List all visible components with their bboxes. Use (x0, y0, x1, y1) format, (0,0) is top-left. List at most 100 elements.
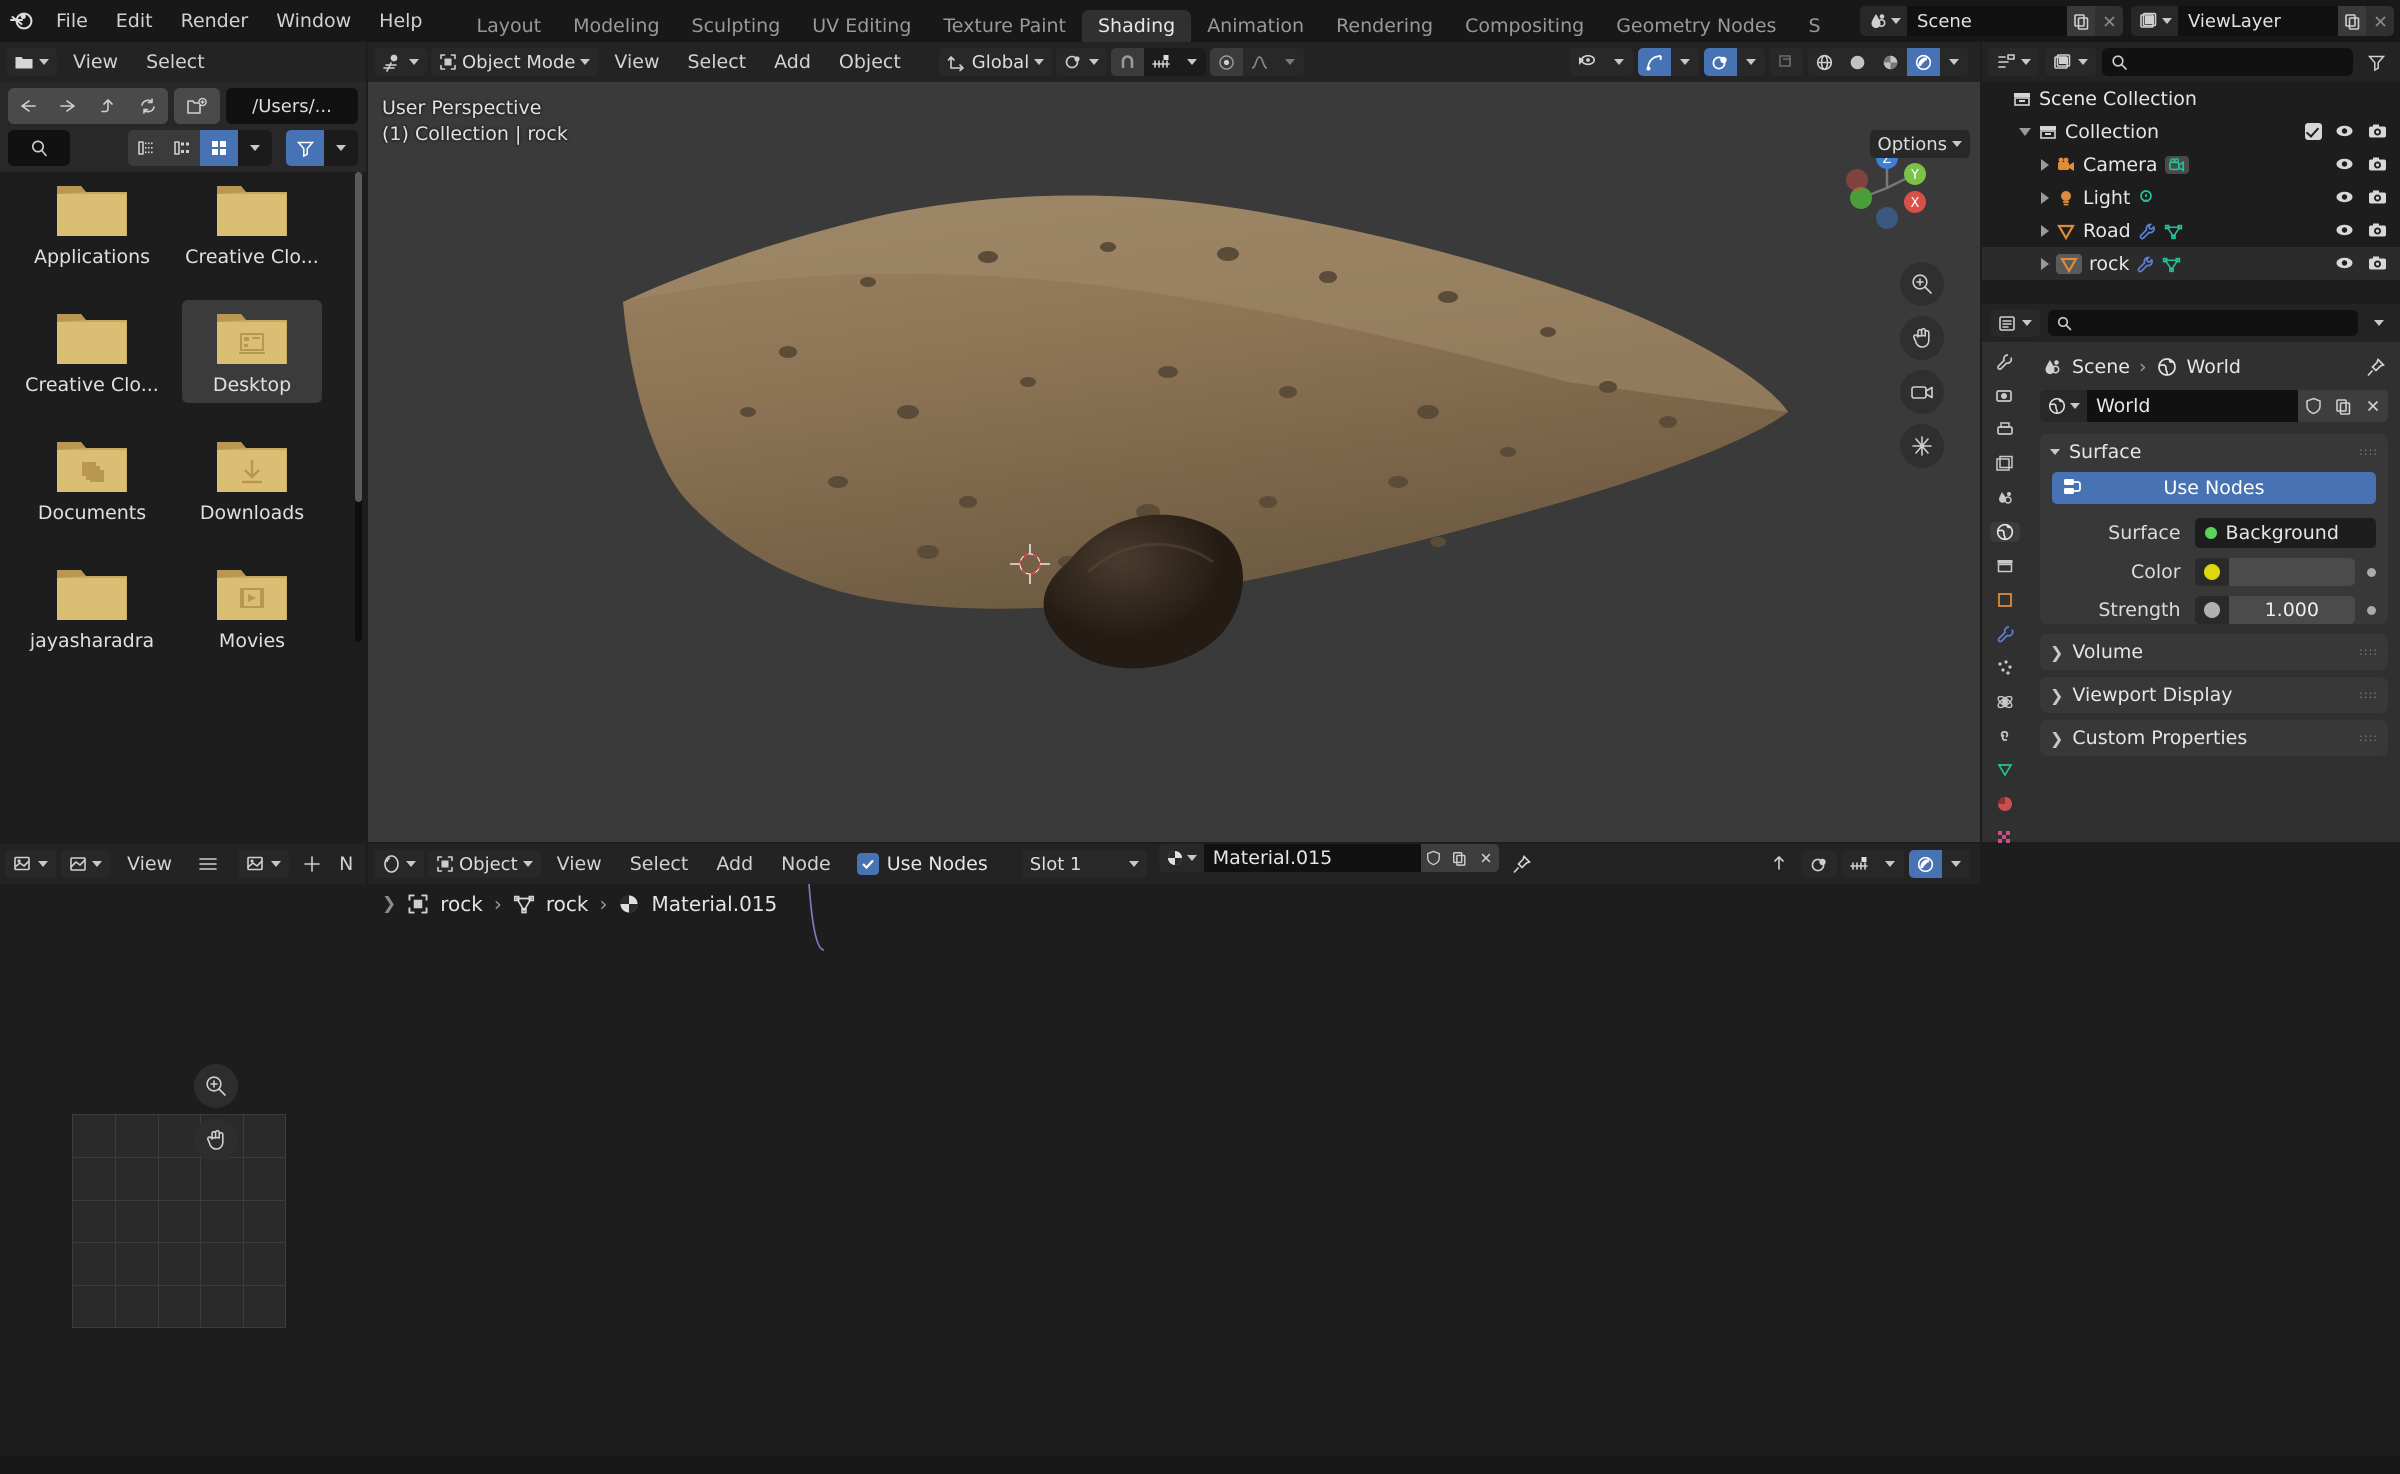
properties-tab-data[interactable] (1990, 760, 2020, 780)
menu-help[interactable]: Help (365, 0, 436, 42)
properties-tab-texture[interactable] (1990, 828, 2020, 848)
duplicate-icon[interactable] (2067, 6, 2095, 36)
duplicate-icon[interactable] (1446, 844, 1473, 872)
pan-icon[interactable] (194, 1118, 238, 1162)
viewport-canvas[interactable]: User Perspective (1) Collection | rock Z… (368, 82, 1980, 842)
world-name-input[interactable]: World (2087, 390, 2298, 422)
falloff-dropdown[interactable] (1276, 48, 1304, 76)
outliner-filter-icon[interactable] (2359, 48, 2394, 76)
uv-editor-icon[interactable] (5, 850, 56, 878)
breadcrumb-world-label[interactable]: World (2187, 356, 2241, 378)
gizmo-icon[interactable] (1638, 48, 1671, 76)
menu-edit[interactable]: Edit (102, 0, 167, 42)
overlays-dropdown[interactable] (1737, 48, 1765, 76)
close-icon[interactable] (1472, 844, 1499, 872)
shader-select-menu[interactable]: Select (618, 850, 701, 878)
zoom-icon[interactable] (194, 1064, 238, 1108)
close-icon[interactable] (2095, 6, 2123, 36)
properties-tab-physics[interactable] (1990, 692, 2020, 712)
panel-volume-header[interactable]: ❯ Volume :::: (2040, 634, 2388, 670)
hamburger-icon[interactable] (189, 850, 227, 878)
pin-icon[interactable] (2365, 357, 2386, 378)
chevron-right-icon[interactable] (2041, 257, 2049, 270)
sidebar-toggle-icon[interactable]: ❯ (382, 894, 396, 914)
viewlayer-field[interactable]: ViewLayer (2131, 6, 2394, 36)
overlays-icon[interactable] (1704, 48, 1737, 76)
panel-custom-properties-header[interactable]: ❯ Custom Properties :::: (2040, 720, 2388, 756)
scene-field[interactable]: Scene (1860, 6, 2123, 36)
workspace-tab-layout[interactable]: Layout (461, 10, 558, 42)
fake-user-icon[interactable] (1420, 844, 1447, 872)
list-vertical-icon[interactable] (128, 130, 164, 166)
panel-surface-header[interactable]: Surface :::: (2040, 434, 2388, 470)
file-item[interactable]: Downloads (182, 428, 322, 531)
collection-enable-checkbox[interactable] (2305, 123, 2322, 140)
file-item[interactable]: Desktop (182, 300, 322, 403)
snap-increment-icon[interactable] (1144, 48, 1179, 76)
rendered-icon[interactable] (1909, 850, 1942, 878)
zoom-icon[interactable] (1900, 262, 1944, 306)
eye-icon[interactable] (2334, 255, 2355, 272)
render-visibility-icon[interactable] (2367, 123, 2388, 140)
file-scrollbar[interactable] (355, 172, 362, 642)
workspace-tab-s[interactable]: S (1792, 10, 1836, 42)
viewport-select-menu[interactable]: Select (675, 48, 758, 76)
outliner-row-rock[interactable]: rock (1982, 247, 2400, 280)
plus-icon[interactable] (294, 850, 330, 878)
duplicate-icon[interactable] (2338, 6, 2366, 36)
world-icon[interactable] (2040, 390, 2087, 422)
duplicate-icon[interactable] (2328, 390, 2358, 422)
filter-dropdown[interactable] (324, 130, 358, 166)
properties-tab-particles[interactable] (1990, 658, 2020, 678)
panel-grip[interactable]: :::: (2359, 446, 2378, 457)
up-icon[interactable] (88, 88, 128, 124)
strength-slider[interactable]: 1.000 (2194, 596, 2355, 624)
node-shading-dropdown[interactable] (1942, 850, 1970, 878)
file-select-menu[interactable]: Select (134, 48, 217, 76)
light-data-icon[interactable] (2137, 189, 2155, 207)
image-icon[interactable] (238, 850, 290, 878)
node-snap-dropdown[interactable] (1876, 850, 1904, 878)
material-icon[interactable] (1158, 844, 1204, 872)
workspace-tab-modeling[interactable]: Modeling (557, 10, 675, 42)
workspace-tab-uv-editing[interactable]: UV Editing (796, 10, 927, 42)
file-view-menu[interactable]: View (61, 48, 130, 76)
scene-icon[interactable] (1860, 6, 1907, 36)
panel-grip[interactable]: :::: (2359, 689, 2378, 700)
outliner-row-light[interactable]: Light (1982, 181, 2400, 214)
file-item[interactable]: jayasharadra (22, 556, 162, 659)
transform-orientation-selector[interactable]: Global (938, 48, 1053, 76)
wireframe-icon[interactable] (1808, 48, 1841, 76)
smooth-falloff-icon[interactable] (1243, 48, 1276, 76)
camera-data-icon[interactable] (2164, 155, 2189, 174)
viewlayer-icon[interactable] (2131, 6, 2178, 36)
uv-canvas[interactable] (0, 884, 366, 1474)
workspace-tab-geometry-nodes[interactable]: Geometry Nodes (1600, 10, 1792, 42)
snap-to-icon[interactable] (1761, 850, 1797, 878)
eye-dropdown-icon[interactable] (1570, 48, 1605, 76)
properties-tab-tool[interactable] (1990, 352, 2020, 372)
use-nodes-checkbox-group[interactable]: Use Nodes (856, 853, 988, 875)
search-icon[interactable] (8, 130, 70, 166)
shader-add-menu[interactable]: Add (704, 850, 765, 878)
properties-tab-view-layer[interactable] (1990, 454, 2020, 474)
node-snap-icon[interactable] (1842, 850, 1876, 878)
uv-view-menu[interactable]: View (115, 850, 184, 878)
outliner-row-camera[interactable]: Camera (1982, 148, 2400, 181)
uv-new-label[interactable]: N (335, 850, 357, 878)
chevron-right-icon[interactable] (2041, 224, 2049, 237)
viewlayer-name[interactable]: ViewLayer (2178, 6, 2338, 36)
forward-icon[interactable] (48, 88, 88, 124)
eye-icon[interactable] (2334, 123, 2355, 140)
visibility-dropdown[interactable] (1605, 48, 1633, 76)
file-item[interactable]: Creative Clo... (182, 172, 322, 275)
refresh-icon[interactable] (128, 88, 168, 124)
list-horizontal-icon[interactable] (164, 130, 200, 166)
file-item[interactable]: Applications (22, 172, 162, 275)
overlay-icon[interactable] (1802, 850, 1837, 878)
scene-name[interactable]: Scene (1907, 6, 2067, 36)
outliner-icon[interactable] (1988, 48, 2039, 76)
workspace-tab-shading[interactable]: Shading (1082, 10, 1192, 42)
workspace-tab-rendering[interactable]: Rendering (1320, 10, 1449, 42)
properties-tab-object[interactable] (1990, 590, 2020, 610)
